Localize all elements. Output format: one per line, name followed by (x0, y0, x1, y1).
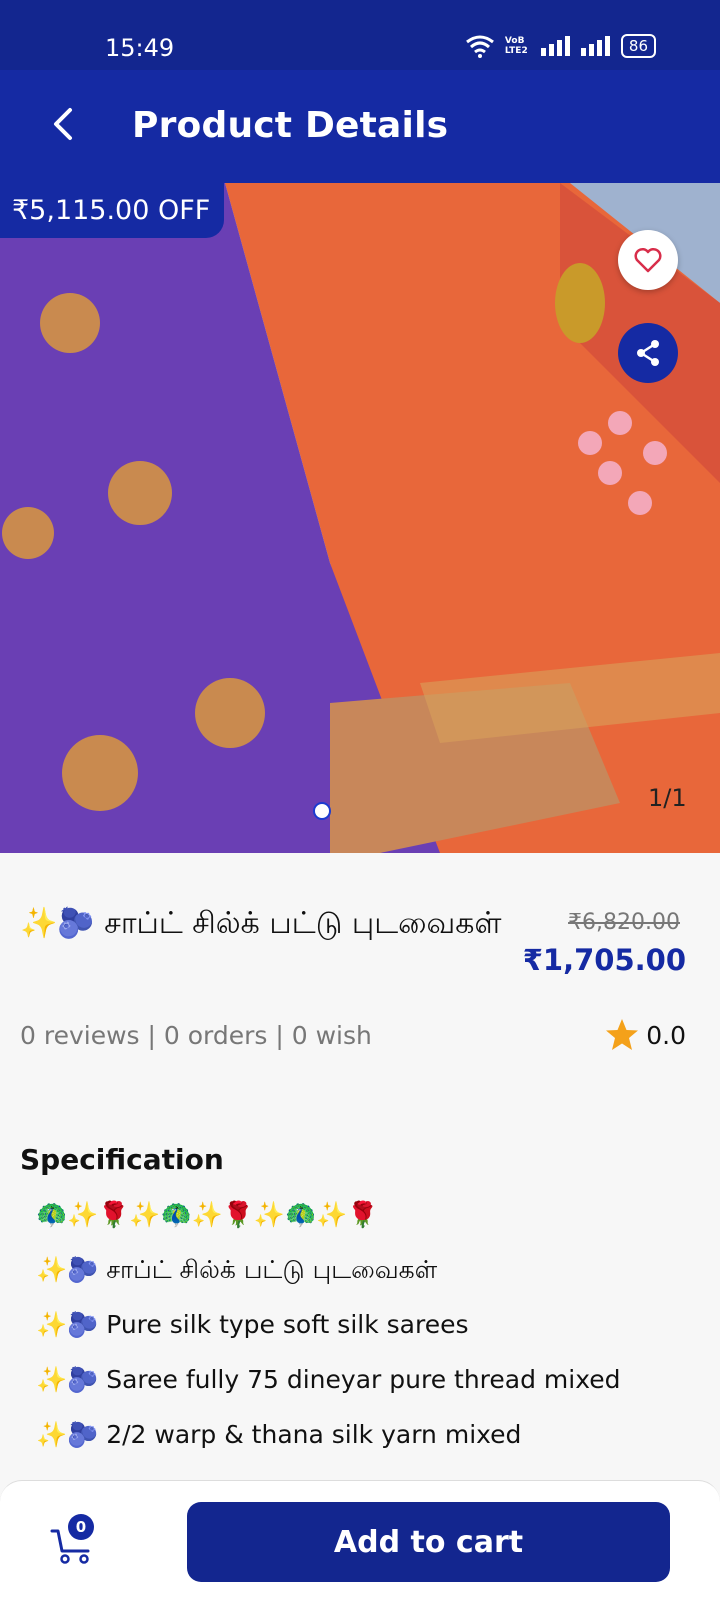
status-time: 15:49 (105, 34, 175, 62)
chevron-left-icon (54, 108, 72, 140)
battery-indicator: 86 (620, 34, 656, 58)
status-bar: 15:49 VoB LTE2 86 (0, 0, 720, 70)
rating: 0.0 (604, 1018, 686, 1052)
status-icons: VoB LTE2 86 (465, 34, 656, 58)
star-icon (606, 1019, 639, 1050)
carousel-dot[interactable] (313, 802, 331, 820)
share-icon (637, 340, 659, 366)
heart-icon (634, 247, 662, 273)
image-page-indicator: 1/1 (648, 784, 687, 812)
signal-icon (540, 36, 570, 56)
specification-title: Specification (20, 1143, 224, 1176)
wifi-icon (465, 35, 494, 58)
spec-item: ✨🫐 Pure silk type soft silk sarees (36, 1310, 469, 1339)
product-stats: 0 reviews | 0 orders | 0 wish (20, 1021, 372, 1050)
signal-icon-2 (580, 36, 610, 56)
spec-item: ✨🫐 சாப்ட் சில்க் பட்டு புடவைகள் (36, 1255, 438, 1284)
cart-count-badge: 0 (68, 1514, 94, 1540)
product-image[interactable] (0, 183, 720, 853)
add-to-cart-button[interactable]: Add to cart (187, 1502, 670, 1582)
share-button[interactable] (618, 323, 678, 383)
app-bar: Product Details (0, 70, 720, 183)
page-title: Product Details (132, 105, 449, 146)
favorite-button[interactable] (618, 230, 678, 290)
network-type-label: VoB LTE2 (504, 36, 528, 56)
sale-price: ₹1,705.00 (522, 943, 686, 977)
back-button[interactable] (40, 100, 88, 148)
original-price: ₹6,820.00 (568, 910, 680, 935)
spec-item: ✨🫐 Saree fully 75 dineyar pure thread mi… (36, 1365, 621, 1394)
rating-value: 0.0 (646, 1020, 686, 1050)
product-name-emoji: ✨🫐 (20, 906, 95, 941)
spec-item: 🦚✨🌹✨🦚✨🌹✨🦚✨🌹 (36, 1200, 379, 1229)
spec-item: ✨🫐 2/2 warp & thana silk yarn mixed (36, 1420, 522, 1449)
product-name: ✨🫐 சாப்ட் சில்க் பட்டு புடவைகள் (20, 903, 520, 945)
product-name-text: சாப்ட் சில்க் பட்டு புடவைகள் (104, 906, 502, 941)
discount-badge: ₹5,115.00 OFF (0, 183, 225, 238)
specification-list: 🦚✨🌹✨🦚✨🌹✨🦚✨🌹 ✨🫐 சாப்ட் சில்க் பட்டு புடவை… (36, 1200, 621, 1475)
